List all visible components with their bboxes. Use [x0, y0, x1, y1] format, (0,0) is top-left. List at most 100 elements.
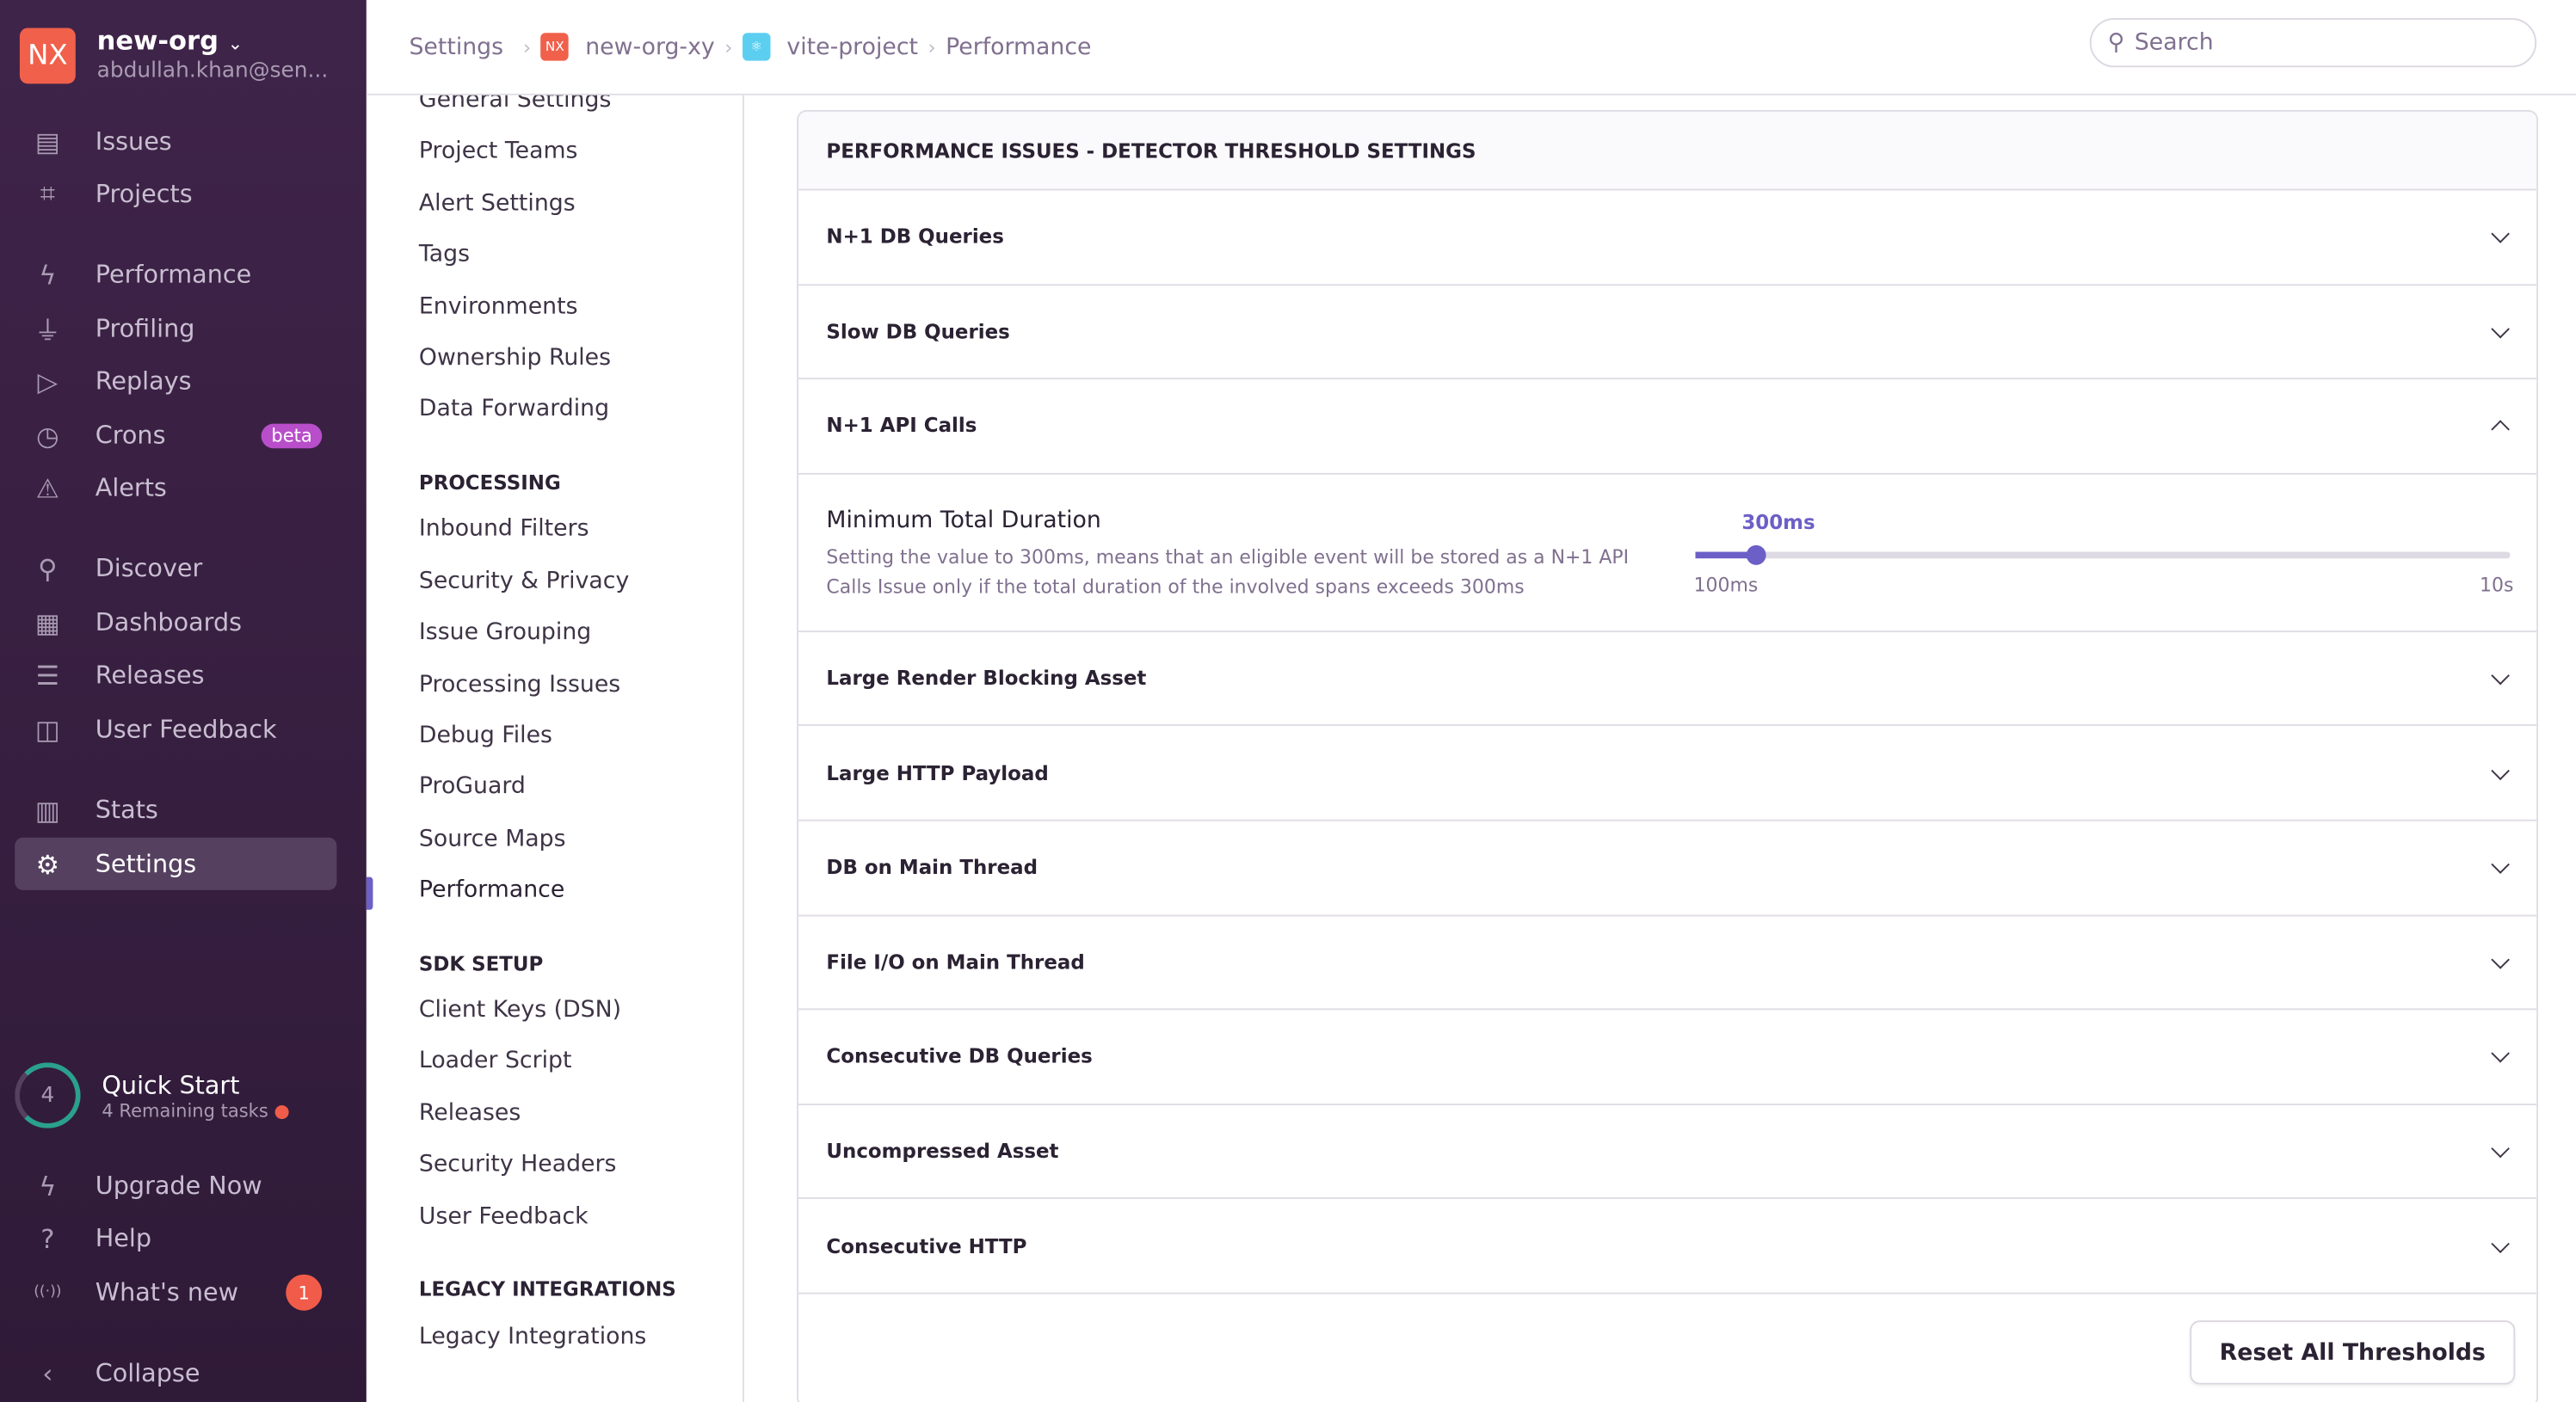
- slider-min: 100ms: [1693, 572, 1759, 596]
- detector-row[interactable]: DB on Main Thread: [798, 821, 2537, 916]
- sidebar-item-label: Help: [95, 1223, 152, 1253]
- lightning-icon: ϟ: [39, 258, 57, 291]
- chevron-down-icon: ⌄: [227, 33, 243, 55]
- reset-thresholds-button[interactable]: Reset All Thresholds: [2190, 1320, 2516, 1385]
- sidebar-item-profiling[interactable]: ⏚ Profiling: [15, 302, 336, 354]
- sidebar-item-what-s-new[interactable]: ((·)) What's new 1: [15, 1266, 336, 1319]
- sidebar-item-crons[interactable]: ◷ Crons beta: [15, 409, 336, 461]
- settings-nav-item[interactable]: Security Headers: [419, 1152, 617, 1178]
- breadcrumb-settings[interactable]: Settings: [409, 34, 503, 60]
- sidebar-item-label: Alerts: [95, 472, 167, 503]
- chevron-down-icon[interactable]: [2491, 855, 2510, 875]
- chevron-down-icon[interactable]: [2491, 1139, 2510, 1159]
- sidebar-item-label: Performance: [95, 259, 252, 290]
- org-icon: NX: [540, 33, 570, 61]
- settings-nav-item[interactable]: Ownership Rules: [419, 345, 611, 372]
- settings-nav-item[interactable]: Processing Issues: [419, 671, 620, 698]
- settings-nav-item[interactable]: Loader Script: [419, 1048, 572, 1075]
- detector-title: Slow DB Queries: [826, 320, 1010, 343]
- chevron-down-icon[interactable]: [2491, 666, 2510, 686]
- breadcrumb-project[interactable]: vite-project: [786, 34, 918, 60]
- search-input[interactable]: ⚲ Search: [2089, 18, 2537, 68]
- sidebar-item-releases[interactable]: ☰ Releases: [15, 649, 336, 701]
- detector-row[interactable]: Uncompressed Asset: [798, 1105, 2537, 1200]
- chevron-down-icon[interactable]: [2491, 224, 2510, 244]
- settings-nav-item[interactable]: Environments: [419, 293, 578, 320]
- slider-thumb[interactable]: [1747, 544, 1766, 565]
- sidebar: NX new-org ⌄ abdullah.khan@sen... ▤ Issue…: [0, 0, 367, 1402]
- settings-nav-section-header: PROCESSING: [418, 470, 561, 495]
- breadcrumb-org[interactable]: new-org-xy: [585, 34, 715, 60]
- megaphone-icon: ◫: [34, 713, 60, 745]
- detector-row[interactable]: File I/O on Main Thread: [798, 916, 2537, 1011]
- sidebar-item-stats[interactable]: ▥ Stats: [15, 784, 336, 836]
- settings-nav-item[interactable]: General Settings: [419, 95, 611, 114]
- sidebar-item-label: Crons: [95, 420, 166, 451]
- detector-row[interactable]: Large HTTP Payload: [798, 727, 2537, 821]
- settings-nav-item[interactable]: Data Forwarding: [419, 397, 609, 423]
- chevron-down-icon[interactable]: [2491, 319, 2510, 339]
- sidebar-item-dashboards[interactable]: ▦ Dashboards: [15, 596, 336, 649]
- sidebar-item-performance[interactable]: ϟ Performance: [15, 248, 336, 300]
- slider-max: 10s: [2480, 572, 2514, 596]
- settings-nav-item[interactable]: Alert Settings: [419, 190, 576, 217]
- duration-slider[interactable]: 300ms 100ms 10s: [1694, 510, 2514, 595]
- chevron-right-icon: ›: [927, 35, 936, 58]
- settings-nav-item[interactable]: Legacy Integrations: [419, 1323, 646, 1350]
- detector-title: Uncompressed Asset: [826, 1140, 1059, 1163]
- settings-nav-item[interactable]: ProGuard: [419, 774, 526, 801]
- settings-nav-item[interactable]: Performance: [419, 877, 564, 904]
- chevron-right-icon: ›: [522, 35, 532, 58]
- chevron-up-icon[interactable]: [2491, 421, 2510, 440]
- settings-nav-item[interactable]: Source Maps: [419, 826, 566, 852]
- detector-title: Large HTTP Payload: [826, 761, 1049, 785]
- settings-nav-item[interactable]: Inbound Filters: [419, 516, 589, 543]
- detector-row[interactable]: Large Render Blocking Asset: [798, 632, 2537, 727]
- settings-nav-item[interactable]: Tags: [419, 242, 470, 268]
- sidebar-item-issues[interactable]: ▤ Issues: [15, 115, 336, 168]
- detector-row[interactable]: N+1 DB Queries: [798, 190, 2537, 286]
- chevron-down-icon[interactable]: [2491, 950, 2510, 969]
- sidebar-item-projects[interactable]: ⌗ Projects: [15, 168, 336, 220]
- detector-row[interactable]: Consecutive DB Queries: [798, 1011, 2537, 1105]
- chevron-down-icon[interactable]: [2491, 1233, 2510, 1253]
- releases-icon: ☰: [35, 659, 60, 691]
- detector-title: Consecutive HTTP: [826, 1234, 1027, 1257]
- sidebar-item-user-feedback[interactable]: ◫ User Feedback: [15, 703, 336, 755]
- sidebar-item-discover[interactable]: ⚲ Discover: [15, 542, 336, 594]
- sidebar-item-label: Discover: [95, 553, 203, 583]
- detector-title: Consecutive DB Queries: [826, 1045, 1093, 1068]
- user-email: abdullah.khan@sen...: [96, 58, 329, 84]
- chevron-down-icon[interactable]: [2491, 1044, 2510, 1064]
- search-placeholder: Search: [2134, 29, 2214, 56]
- settings-nav-item[interactable]: Releases: [419, 1100, 521, 1127]
- sidebar-item-label: Projects: [95, 179, 193, 209]
- sidebar-item-upgrade-now[interactable]: ϟ Upgrade Now: [15, 1159, 336, 1212]
- quick-start[interactable]: 4 Quick Start 4 Remaining tasks ●: [15, 1062, 290, 1128]
- detector-row[interactable]: Consecutive HTTP: [798, 1200, 2537, 1294]
- org-switcher[interactable]: NX new-org ⌄ abdullah.khan@sen...: [19, 26, 329, 84]
- quick-start-subtitle: 4 Remaining tasks: [102, 1099, 268, 1122]
- chevron-down-icon[interactable]: [2491, 760, 2510, 780]
- breadcrumb: Settings › NX new-org-xy › ⚛ vite-projec…: [409, 33, 1091, 61]
- detector-title: N+1 DB Queries: [826, 225, 1004, 249]
- detector-title: Large Render Blocking Asset: [826, 667, 1147, 691]
- org-logo: NX: [19, 27, 76, 83]
- detector-row[interactable]: N+1 API Calls: [798, 379, 2537, 475]
- settings-nav-item[interactable]: Client Keys (DSN): [419, 997, 621, 1024]
- minimum-total-duration-setting: Minimum Total Duration Setting the value…: [798, 474, 2537, 632]
- settings-nav-item[interactable]: Issue Grouping: [419, 619, 591, 646]
- sidebar-item-collapse[interactable]: ‹ Collapse: [15, 1347, 336, 1399]
- settings-nav-item[interactable]: Project Teams: [419, 138, 578, 165]
- settings-nav-item[interactable]: User Feedback: [419, 1203, 589, 1230]
- sidebar-item-replays[interactable]: ▷ Replays: [15, 354, 336, 407]
- settings-nav-item[interactable]: Security & Privacy: [419, 568, 629, 594]
- settings-nav-item[interactable]: Debug Files: [419, 723, 552, 749]
- sidebar-item-settings[interactable]: ⚙ Settings: [15, 837, 337, 890]
- detector-row[interactable]: Slow DB Queries: [798, 285, 2537, 380]
- sidebar-item-alerts[interactable]: ⚠ Alerts: [15, 462, 336, 514]
- threshold-settings-panel: PERFORMANCE ISSUES - DETECTOR THRESHOLD …: [797, 109, 2539, 1402]
- sidebar-item-help[interactable]: ? Help: [15, 1212, 336, 1264]
- projects-icon: ⌗: [40, 177, 55, 209]
- sidebar-item-label: Upgrade Now: [95, 1171, 262, 1201]
